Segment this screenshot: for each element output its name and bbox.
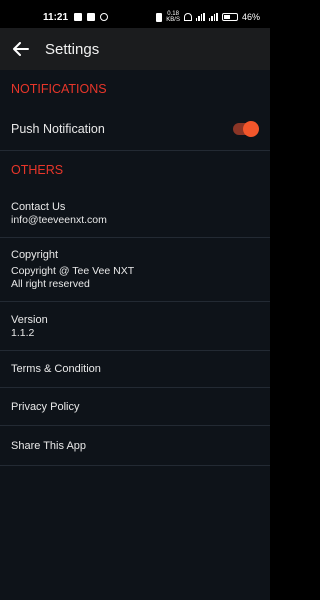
call-signal-icon [195, 13, 205, 21]
version-value: 1.1.2 [11, 326, 35, 339]
copyright-row: Copyright Copyright @ Tee Vee NXT All ri… [0, 238, 270, 302]
app-bar: Settings [0, 28, 270, 70]
page-title: Settings [45, 40, 100, 58]
version-row: Version 1.1.2 [0, 302, 270, 351]
push-notification-toggle[interactable] [233, 120, 259, 137]
network-speed: 0.18 KB/S [166, 11, 180, 23]
instagram-icon [100, 13, 109, 21]
status-right: 0.18 KB/S 46% [156, 11, 260, 23]
rights-line: All right reserved [11, 278, 90, 290]
battery-level: 46% [241, 12, 260, 22]
push-notification-label: Push Notification [11, 121, 105, 136]
push-notification-row[interactable]: Push Notification [0, 107, 270, 151]
app-notification-icon [74, 13, 83, 21]
contact-us-email: info@teeveenxt.com [11, 213, 107, 226]
signal-icon [208, 13, 218, 21]
arrow-left-icon[interactable] [11, 39, 31, 59]
contact-us-row[interactable]: Contact Us info@teeveenxt.com [0, 189, 270, 238]
share-app-row[interactable]: Share This App [0, 426, 270, 466]
terms-row[interactable]: Terms & Condition [0, 351, 270, 388]
vibrate-icon [156, 12, 163, 22]
version-title: Version [11, 313, 48, 326]
others-heading: OTHERS [11, 163, 64, 177]
battery-icon [221, 13, 238, 21]
message-notification-icon [87, 13, 96, 21]
privacy-policy-label: Privacy Policy [11, 400, 80, 413]
terms-label: Terms & Condition [11, 363, 101, 375]
toggle-knob [243, 120, 259, 137]
copyright-line: Copyright @ Tee Vee NXT [11, 265, 135, 277]
notification-icons [74, 13, 109, 21]
share-app-label: Share This App [11, 439, 87, 452]
privacy-policy-row[interactable]: Privacy Policy [0, 388, 270, 426]
copyright-title: Copyright [11, 249, 59, 261]
wifi-icon [183, 13, 192, 21]
contact-us-title: Contact Us [11, 200, 66, 213]
settings-list: NOTIFICATIONS Push Notification OTHERS C… [0, 70, 270, 600]
status-time: 11:21 [43, 11, 69, 23]
notifications-heading: NOTIFICATIONS [11, 81, 107, 96]
